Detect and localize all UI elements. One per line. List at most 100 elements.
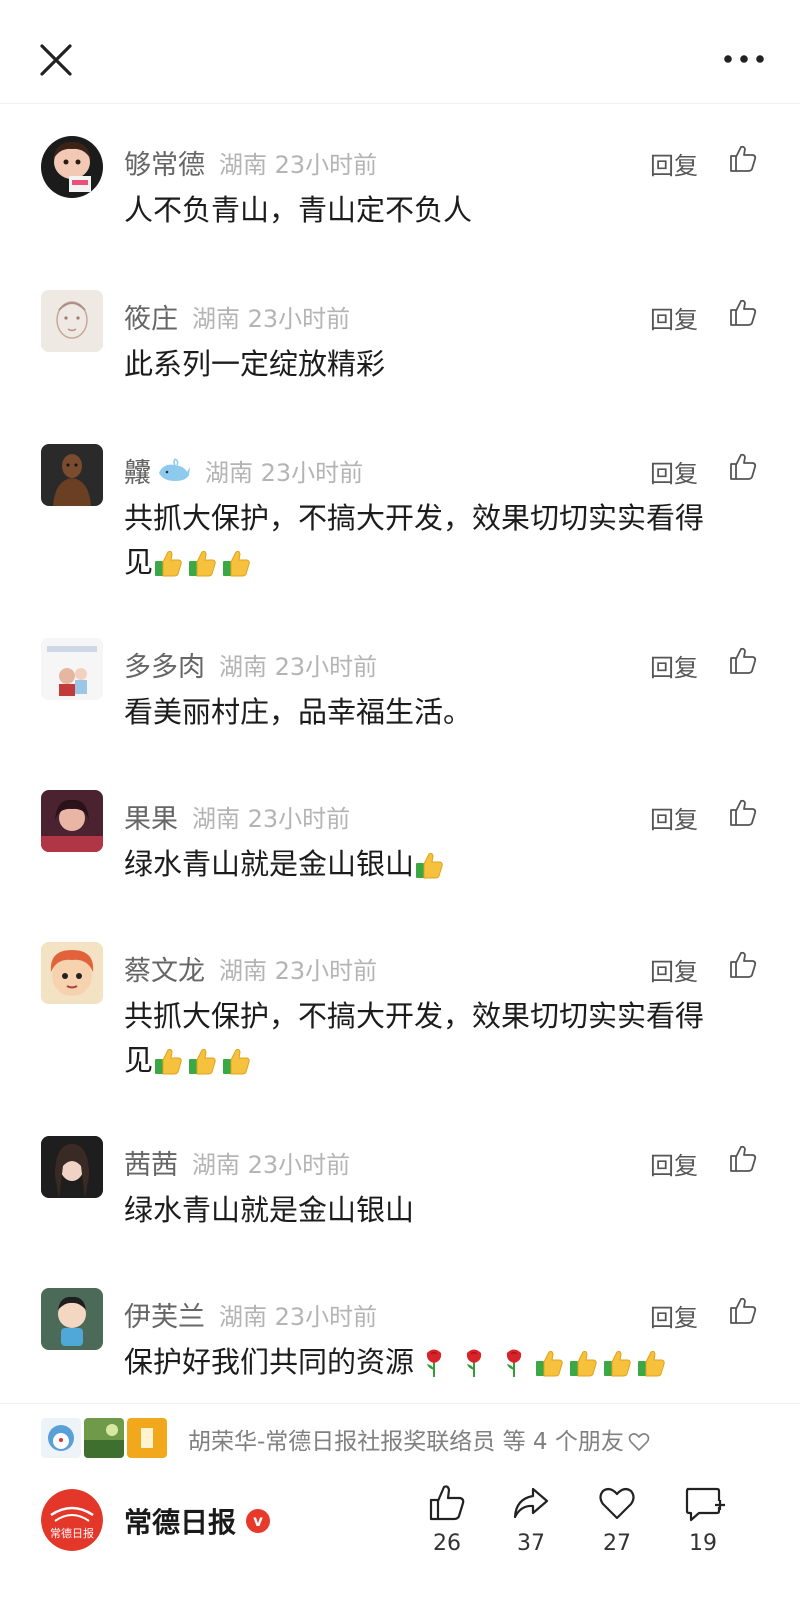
like-icon[interactable] — [728, 798, 758, 828]
reply-button[interactable]: 回复 — [650, 146, 698, 181]
comment-text: 共抓大保护，不搞大开发，效果切切实实看得 见 — [124, 994, 744, 1082]
more-icon[interactable] — [722, 44, 766, 74]
like-count: 26 — [433, 1531, 461, 1556]
thumbs-up-emoji-icon — [221, 1046, 251, 1076]
user-avatar[interactable] — [41, 790, 103, 852]
comment-add-icon — [685, 1487, 725, 1522]
comment-action-button[interactable]: 19 — [668, 1483, 738, 1556]
thumbs-up-emoji-icon — [153, 548, 183, 578]
reply-button[interactable]: 回复 — [650, 648, 698, 683]
user-avatar[interactable] — [41, 136, 103, 198]
username[interactable]: 多多肉 — [124, 645, 205, 684]
location-time: 湖南 23小时前 — [219, 1302, 378, 1331]
comment-meta: 蔡文龙 湖南 23小时前 — [124, 948, 377, 988]
like-icon[interactable] — [728, 950, 758, 980]
reply-button[interactable]: 回复 — [650, 1298, 698, 1333]
location-time: 湖南 23小时前 — [219, 652, 378, 681]
friend-avatar — [127, 1418, 167, 1458]
like-icon[interactable] — [728, 1144, 758, 1174]
user-avatar[interactable] — [41, 290, 103, 352]
username[interactable]: 齉 — [124, 451, 151, 490]
reply-button[interactable]: 回复 — [650, 1146, 698, 1181]
comment-text: 共抓大保护，不搞大开发，效果切切实实看得 见 — [124, 496, 744, 584]
thumbs-up-emoji-icon — [153, 1046, 183, 1076]
friends-liked-text: 胡荣华-常德日报社报奖联络员 等 4 个朋友 — [188, 1422, 650, 1456]
comment-text: 绿水青山就是金山银山 — [124, 842, 744, 886]
rose-emoji-icon — [502, 1348, 526, 1378]
verified-badge-icon: v — [246, 1509, 271, 1533]
rose-emoji-icon — [422, 1348, 446, 1378]
comment-text: 绿水青山就是金山银山 — [124, 1193, 415, 1227]
like-icon[interactable] — [728, 646, 758, 676]
favorite-action-button[interactable]: 27 — [582, 1483, 652, 1556]
favorite-count: 27 — [603, 1531, 631, 1556]
comment-text: 保护好我们共同的资源 — [124, 1340, 744, 1384]
account-logo[interactable]: 常德日报 — [41, 1489, 103, 1551]
thumbs-up-emoji-icon — [221, 548, 251, 578]
comment-list: 够常德 湖南 23小时前 回复 人不负青山，青山定不负人 筱庄 湖南 23小时前… — [0, 104, 800, 1404]
logo-text: 常德日报 — [50, 1526, 94, 1540]
comment-text-line: 共抓大保护，不搞大开发，效果切切实实看得 — [124, 999, 705, 1033]
comment-text-line: 共抓大保护，不搞大开发，效果切切实实看得 — [124, 501, 705, 535]
user-avatar[interactable] — [41, 1136, 103, 1198]
comment-text-line: 见 — [124, 540, 744, 584]
user-avatar[interactable] — [41, 942, 103, 1004]
thumbs-up-emoji-icon — [414, 850, 444, 880]
comment-meta: 伊芙兰 湖南 23小时前 — [124, 1294, 377, 1334]
heart-icon — [599, 1487, 635, 1520]
location-time: 湖南 23小时前 — [192, 804, 351, 833]
comment-meta: 够常德 湖南 23小时前 — [124, 142, 377, 182]
bottom-action-bar: 常德日报 常德日报 v 26 37 27 19 — [0, 1473, 800, 1613]
thumbs-up-emoji-icon — [534, 1348, 564, 1378]
location-time: 湖南 23小时前 — [219, 150, 378, 179]
comment-meta: 齉 湖南 23小时前 — [124, 450, 363, 490]
comment-meta: 茜茜 湖南 23小时前 — [124, 1142, 350, 1182]
comment-text: 此系列一定绽放精彩 — [124, 347, 386, 381]
share-action-button[interactable]: 37 — [496, 1483, 566, 1556]
reply-button[interactable]: 回复 — [650, 300, 698, 335]
username[interactable]: 伊芙兰 — [124, 1295, 205, 1334]
reply-button[interactable]: 回复 — [650, 800, 698, 835]
user-avatar[interactable] — [41, 1288, 103, 1350]
comment-meta: 多多肉 湖南 23小时前 — [124, 644, 377, 684]
username[interactable]: 蔡文龙 — [124, 949, 205, 988]
whale-badge-icon — [157, 455, 191, 485]
thumbs-up-emoji-icon — [187, 548, 217, 578]
close-icon[interactable] — [36, 40, 76, 80]
like-icon[interactable] — [728, 144, 758, 174]
reply-button[interactable]: 回复 — [650, 952, 698, 987]
comment-text: 人不负青山，青山定不负人 — [124, 193, 473, 227]
share-icon — [513, 1487, 549, 1519]
friends-liked-bar[interactable]: 胡荣华-常德日报社报奖联络员 等 4 个朋友 — [0, 1403, 800, 1473]
user-avatar[interactable] — [41, 444, 103, 506]
like-icon[interactable] — [728, 452, 758, 482]
location-time: 湖南 23小时前 — [192, 1150, 351, 1179]
like-action-button[interactable]: 26 — [412, 1483, 482, 1556]
like-icon — [429, 1485, 465, 1521]
thumbs-up-emoji-icon — [602, 1348, 632, 1378]
comment-count: 19 — [689, 1531, 717, 1556]
location-time: 湖南 23小时前 — [192, 304, 351, 333]
thumbs-up-emoji-icon — [636, 1348, 666, 1378]
reply-button[interactable]: 回复 — [650, 454, 698, 489]
thumbs-up-emoji-icon — [568, 1348, 598, 1378]
like-icon[interactable] — [728, 298, 758, 328]
comment-text-line: 见 — [124, 1038, 744, 1082]
top-bar — [0, 0, 800, 104]
friend-avatar — [41, 1418, 81, 1458]
account-name[interactable]: 常德日报 v — [124, 1501, 271, 1541]
share-count: 37 — [517, 1531, 545, 1556]
location-time: 湖南 23小时前 — [205, 458, 364, 487]
heart-outline-icon — [628, 1433, 650, 1452]
like-icon[interactable] — [728, 1296, 758, 1326]
username[interactable]: 筱庄 — [124, 297, 178, 336]
username[interactable]: 够常德 — [124, 143, 205, 182]
username[interactable]: 茜茜 — [124, 1143, 178, 1182]
friend-avatar — [84, 1418, 124, 1458]
user-avatar[interactable] — [41, 638, 103, 700]
location-time: 湖南 23小时前 — [219, 956, 378, 985]
comment-text: 看美丽村庄，品幸福生活。 — [124, 695, 473, 729]
username[interactable]: 果果 — [124, 797, 178, 836]
comment-meta: 筱庄 湖南 23小时前 — [124, 296, 350, 336]
rose-emoji-icon — [462, 1348, 486, 1378]
